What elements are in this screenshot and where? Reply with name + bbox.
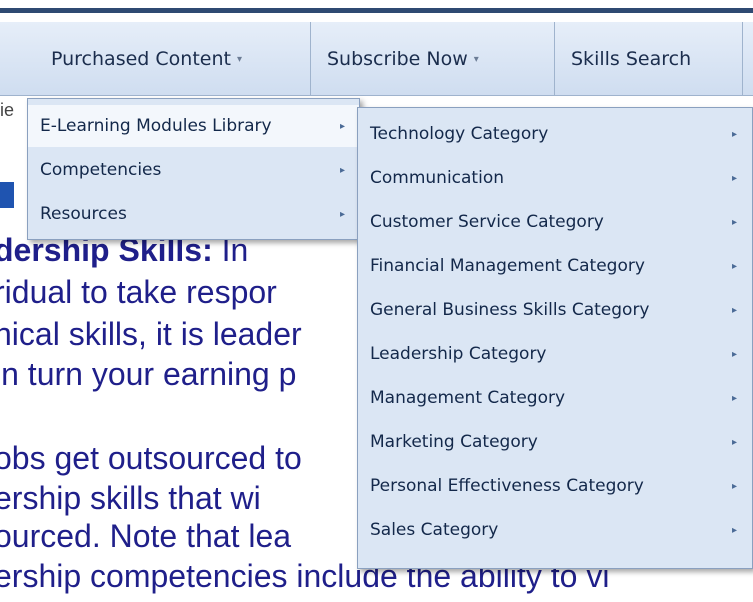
line-text: nical skills, it is leader bbox=[0, 316, 302, 352]
menu-item-technology-category[interactable]: Technology Category ▸ bbox=[358, 112, 752, 156]
chevron-right-icon: ▸ bbox=[340, 208, 346, 220]
menu-item-communication[interactable]: Communication ▸ bbox=[358, 156, 752, 200]
menu-item-label: Resources bbox=[40, 204, 127, 224]
menu-item-personal-effectiveness-category[interactable]: Personal Effectiveness Category ▸ bbox=[358, 464, 752, 508]
chevron-right-icon: ▸ bbox=[732, 436, 738, 448]
chevron-right-icon: ▸ bbox=[732, 128, 738, 140]
nav-subscribe-now-label: Subscribe Now bbox=[327, 48, 468, 70]
dropdown-menu-level1: E-Learning Modules Library ▸ Competencie… bbox=[27, 98, 360, 240]
article-line: ership skills that wi bbox=[0, 478, 261, 518]
article-line: obs get outsourced to bbox=[0, 438, 302, 478]
main-navbar: Purchased Content ▾ Subscribe Now ▾ Skil… bbox=[0, 22, 753, 96]
menu-item-label: Customer Service Category bbox=[370, 212, 604, 232]
nav-purchased-content-label: Purchased Content bbox=[51, 48, 231, 70]
chevron-right-icon: ▸ bbox=[732, 172, 738, 184]
line-text: ridual to take respor bbox=[0, 274, 277, 310]
menu-item-label: Technology Category bbox=[370, 124, 549, 144]
nav-purchased-content[interactable]: Purchased Content ▾ bbox=[35, 22, 311, 96]
line-text: in turn your earning p bbox=[0, 356, 297, 392]
menu-item-general-business-skills-category[interactable]: General Business Skills Category ▸ bbox=[358, 288, 752, 332]
chevron-right-icon: ▸ bbox=[732, 480, 738, 492]
menu-item-financial-management-category[interactable]: Financial Management Category ▸ bbox=[358, 244, 752, 288]
chevron-right-icon: ▸ bbox=[732, 304, 738, 316]
menu-item-label: Financial Management Category bbox=[370, 256, 645, 276]
menu-item-sales-category[interactable]: Sales Category ▸ bbox=[358, 508, 752, 552]
menu-item-customer-service-category[interactable]: Customer Service Category ▸ bbox=[358, 200, 752, 244]
menu-item-label: Personal Effectiveness Category bbox=[370, 476, 644, 496]
chevron-right-icon: ▸ bbox=[732, 392, 738, 404]
chevron-right-icon: ▸ bbox=[732, 260, 738, 272]
chevron-down-icon: ▾ bbox=[236, 53, 242, 65]
menu-item-label: Communication bbox=[370, 168, 504, 188]
menu-item-label: Marketing Category bbox=[370, 432, 538, 452]
menu-item-competencies[interactable]: Competencies ▸ bbox=[28, 149, 359, 191]
chevron-right-icon: ▸ bbox=[732, 216, 738, 228]
menu-item-marketing-category[interactable]: Marketing Category ▸ bbox=[358, 420, 752, 464]
menu-item-leadership-category[interactable]: Leadership Category ▸ bbox=[358, 332, 752, 376]
article-line: in turn your earning p bbox=[0, 354, 296, 394]
page-top-rule bbox=[0, 0, 753, 13]
chevron-right-icon: ▸ bbox=[340, 164, 346, 176]
menu-item-label: Sales Category bbox=[370, 520, 499, 540]
text-fragment: ie bbox=[0, 100, 15, 120]
chevron-down-icon: ▾ bbox=[473, 53, 479, 65]
heading-fragment bbox=[0, 182, 14, 208]
menu-item-label: Competencies bbox=[40, 160, 162, 180]
article-line: ridual to take respor bbox=[0, 272, 277, 312]
chevron-right-icon: ▸ bbox=[340, 120, 346, 132]
chevron-right-icon: ▸ bbox=[732, 348, 738, 360]
article-line: ourced. Note that lea bbox=[0, 516, 291, 556]
nav-skills-search[interactable]: Skills Search bbox=[555, 22, 743, 96]
dropdown-menu-level2: Technology Category ▸ Communication ▸ Cust… bbox=[357, 107, 753, 569]
nav-skills-search-label: Skills Search bbox=[571, 48, 692, 70]
menu-item-resources[interactable]: Resources ▸ bbox=[28, 193, 359, 235]
menu-item-label: General Business Skills Category bbox=[370, 300, 650, 320]
menu-item-management-category[interactable]: Management Category ▸ bbox=[358, 376, 752, 420]
chevron-right-icon: ▸ bbox=[732, 524, 738, 536]
menu-item-label: Management Category bbox=[370, 388, 566, 408]
line-text: obs get outsourced to bbox=[0, 440, 302, 476]
menu-item-elearning-library[interactable]: E-Learning Modules Library ▸ bbox=[28, 105, 359, 147]
line-text: ourced. Note that lea bbox=[0, 518, 292, 554]
top-bar bbox=[0, 8, 753, 13]
menu-item-label: E-Learning Modules Library bbox=[40, 116, 272, 136]
line-text: ership skills that wi bbox=[0, 480, 261, 516]
nav-subscribe-now[interactable]: Subscribe Now ▾ bbox=[311, 22, 555, 96]
article-line: nical skills, it is leader bbox=[0, 314, 302, 354]
menu-item-label: Leadership Category bbox=[370, 344, 547, 364]
